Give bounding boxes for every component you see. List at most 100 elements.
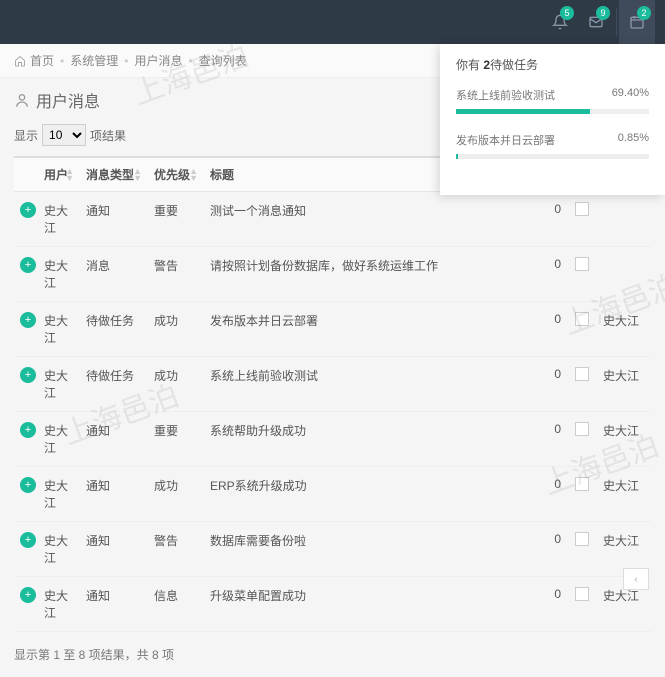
- badge: 5: [560, 6, 574, 20]
- th-type[interactable]: 消息类型▲▼: [80, 157, 148, 192]
- page-title-text: 用户消息: [36, 88, 100, 112]
- cell-title: 测试一个消息通知: [204, 192, 537, 247]
- task-percent: 0.85%: [618, 132, 649, 148]
- cell-owner: [597, 247, 651, 302]
- sort-icon: ▲▼: [65, 168, 74, 182]
- expand-icon[interactable]: +: [20, 312, 36, 328]
- sort-icon: ▲▼: [133, 168, 142, 182]
- crumb-item[interactable]: 查询列表: [199, 52, 247, 69]
- cell-user: 史大江: [38, 247, 80, 302]
- cell-priority: 成功: [148, 357, 204, 412]
- cell-owner: 史大江: [597, 412, 651, 467]
- cell-priority: 成功: [148, 467, 204, 522]
- task-name: 发布版本并日云部署: [456, 132, 555, 148]
- cell-title: 系统上线前验收测试: [204, 357, 537, 412]
- messages-table: 用户▲▼ 消息类型▲▼ 优先级▲▼ 标题▲▼ +史大江通知重要测试一个消息通知0…: [14, 156, 651, 632]
- pager-prev[interactable]: ‹: [623, 568, 649, 590]
- cell-type: 待做任务: [80, 302, 148, 357]
- expand-icon[interactable]: +: [20, 202, 36, 218]
- task-name: 系统上线前验收测试: [456, 87, 555, 103]
- task-heading: 你有 2待做任务: [456, 56, 649, 73]
- table-row: +史大江通知信息升级菜单配置成功0史大江: [14, 577, 651, 632]
- th-priority[interactable]: 优先级▲▼: [148, 157, 204, 192]
- sort-icon: ▲▼: [189, 168, 198, 182]
- mail-icon[interactable]: 9: [578, 0, 614, 44]
- cell-title: 发布版本并日云部署: [204, 302, 537, 357]
- cell-num: 0: [537, 192, 567, 247]
- cell-user: 史大江: [38, 192, 80, 247]
- task-item[interactable]: 系统上线前验收测试 69.40%: [456, 87, 649, 114]
- badge: 2: [637, 6, 651, 20]
- cell-num: 0: [537, 467, 567, 522]
- table-row: +史大江通知成功ERP系统升级成功0史大江: [14, 467, 651, 522]
- cell-type: 通知: [80, 467, 148, 522]
- table-row: +史大江消息警告请按照计划备份数据库，做好系统运维工作0: [14, 247, 651, 302]
- cell-title: 数据库需要备份啦: [204, 522, 537, 577]
- checkbox[interactable]: [575, 477, 589, 491]
- cell-priority: 警告: [148, 247, 204, 302]
- cell-user: 史大江: [38, 577, 80, 632]
- cell-title: ERP系统升级成功: [204, 467, 537, 522]
- cell-type: 待做任务: [80, 357, 148, 412]
- expand-icon[interactable]: +: [20, 587, 36, 603]
- task-panel: 你有 2待做任务 系统上线前验收测试 69.40% 发布版本并日云部署 0.85%: [440, 44, 665, 195]
- expand-icon[interactable]: +: [20, 422, 36, 438]
- page-size-select[interactable]: 10: [42, 124, 86, 146]
- cell-num: 0: [537, 522, 567, 577]
- table-row: +史大江待做任务成功系统上线前验收测试0史大江: [14, 357, 651, 412]
- cell-num: 0: [537, 302, 567, 357]
- checkbox[interactable]: [575, 312, 589, 326]
- expand-icon[interactable]: +: [20, 532, 36, 548]
- cell-user: 史大江: [38, 357, 80, 412]
- progress-bar: [456, 154, 649, 159]
- checkbox[interactable]: [575, 532, 589, 546]
- cell-owner: 史大江: [597, 302, 651, 357]
- home-icon: [14, 55, 26, 67]
- crumb-home[interactable]: 首页: [30, 52, 54, 69]
- crumb-item[interactable]: 用户消息: [134, 52, 182, 69]
- cell-type: 通知: [80, 577, 148, 632]
- user-icon: [14, 92, 30, 108]
- cell-num: 0: [537, 247, 567, 302]
- checkbox[interactable]: [575, 257, 589, 271]
- cell-priority: 重要: [148, 412, 204, 467]
- expand-icon[interactable]: +: [20, 367, 36, 383]
- divider: [616, 8, 617, 36]
- badge: 9: [596, 6, 610, 20]
- cell-owner: 史大江: [597, 357, 651, 412]
- table-info: 显示第 1 至 8 项结果，共 8 项: [0, 632, 665, 677]
- th-user[interactable]: 用户▲▼: [38, 157, 80, 192]
- cell-priority: 警告: [148, 522, 204, 577]
- checkbox[interactable]: [575, 367, 589, 381]
- expand-icon[interactable]: +: [20, 257, 36, 273]
- cell-num: 0: [537, 357, 567, 412]
- table-row: +史大江通知重要测试一个消息通知0: [14, 192, 651, 247]
- crumb-item[interactable]: 系统管理: [70, 52, 118, 69]
- cell-priority: 成功: [148, 302, 204, 357]
- topbar: 5 9 2: [0, 0, 665, 44]
- cell-title: 请按照计划备份数据库，做好系统运维工作: [204, 247, 537, 302]
- cell-priority: 重要: [148, 192, 204, 247]
- cell-type: 通知: [80, 412, 148, 467]
- cell-user: 史大江: [38, 302, 80, 357]
- cell-num: 0: [537, 412, 567, 467]
- task-percent: 69.40%: [612, 87, 649, 103]
- table-row: +史大江通知警告数据库需要备份啦0史大江: [14, 522, 651, 577]
- cell-owner: 史大江: [597, 467, 651, 522]
- progress-bar: [456, 109, 649, 114]
- cell-priority: 信息: [148, 577, 204, 632]
- table-row: +史大江通知重要系统帮助升级成功0史大江: [14, 412, 651, 467]
- cell-num: 0: [537, 577, 567, 632]
- cell-type: 通知: [80, 192, 148, 247]
- cell-user: 史大江: [38, 467, 80, 522]
- checkbox[interactable]: [575, 587, 589, 601]
- bell-icon[interactable]: 5: [542, 0, 578, 44]
- expand-icon[interactable]: +: [20, 477, 36, 493]
- checkbox[interactable]: [575, 422, 589, 436]
- table-row: +史大江待做任务成功发布版本并日云部署0史大江: [14, 302, 651, 357]
- task-item[interactable]: 发布版本并日云部署 0.85%: [456, 132, 649, 159]
- checkbox[interactable]: [575, 202, 589, 216]
- cell-owner: [597, 192, 651, 247]
- calendar-icon[interactable]: 2: [619, 0, 655, 44]
- cell-user: 史大江: [38, 412, 80, 467]
